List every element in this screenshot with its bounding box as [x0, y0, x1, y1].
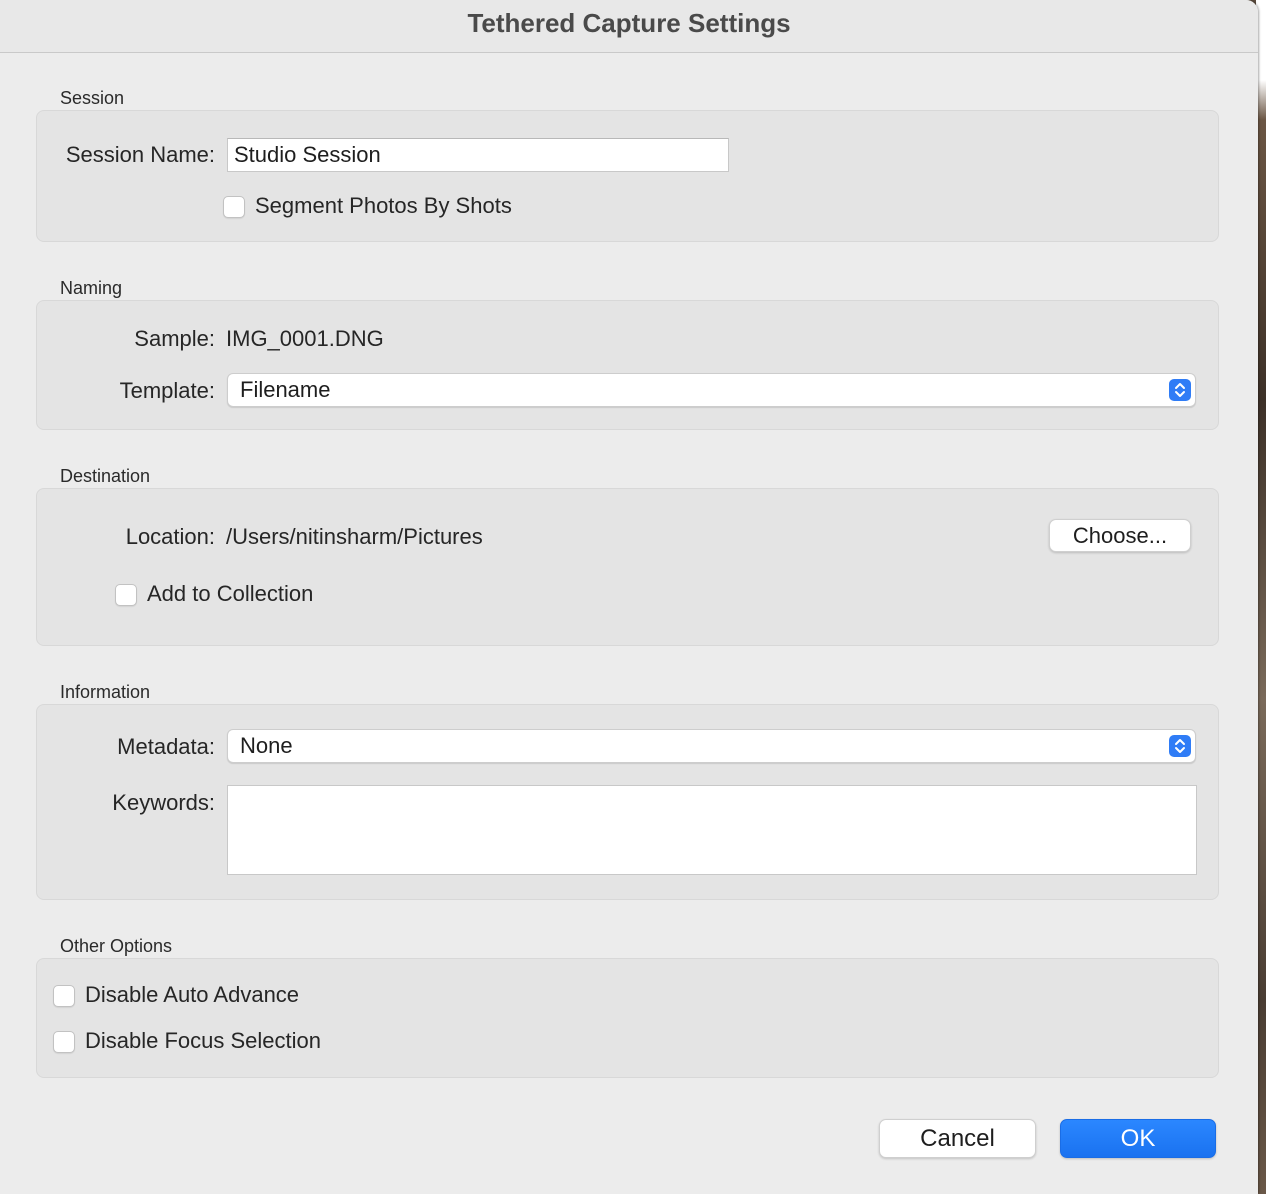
- disable-focus-selection-label[interactable]: Disable Focus Selection: [85, 1028, 321, 1054]
- add-to-collection-checkbox[interactable]: [115, 584, 137, 606]
- segment-photos-label[interactable]: Segment Photos By Shots: [255, 193, 512, 219]
- choose-button[interactable]: Choose...: [1049, 519, 1191, 552]
- template-popup-value: Filename: [240, 377, 331, 402]
- disable-focus-selection-checkbox[interactable]: [53, 1031, 75, 1053]
- session-name-field[interactable]: Studio Session: [227, 138, 729, 172]
- sample-label: Sample:: [134, 326, 215, 351]
- section-label-naming: Naming: [60, 278, 123, 298]
- section-label-destination: Destination: [60, 466, 151, 486]
- tethered-capture-dialog: Tethered Capture Settings Session Sessio…: [0, 0, 1258, 1194]
- disable-auto-advance-label[interactable]: Disable Auto Advance: [85, 982, 299, 1008]
- location-label: Location:: [125, 524, 215, 549]
- section-label-session: Session: [60, 88, 125, 108]
- section-label-other-options: Other Options: [60, 936, 173, 956]
- cancel-button[interactable]: Cancel: [879, 1119, 1036, 1158]
- keywords-label: Keywords:: [112, 790, 215, 815]
- information-group: Metadata: None Keywords:: [36, 704, 1219, 900]
- keywords-textarea[interactable]: [227, 785, 1197, 875]
- template-popup[interactable]: Filename: [227, 373, 1196, 407]
- sample-value: IMG_0001.DNG: [226, 326, 384, 351]
- destination-group: Location: /Users/nitinsharm/Pictures Cho…: [36, 488, 1219, 646]
- metadata-popup-value: None: [240, 733, 293, 758]
- other-options-group: Disable Auto Advance Disable Focus Selec…: [36, 958, 1219, 1078]
- metadata-popup[interactable]: None: [227, 729, 1196, 763]
- section-label-information: Information: [60, 682, 151, 702]
- ok-button[interactable]: OK: [1060, 1119, 1216, 1158]
- segment-photos-checkbox[interactable]: [223, 196, 245, 218]
- add-to-collection-label[interactable]: Add to Collection: [147, 581, 313, 607]
- dialog-title: Tethered Capture Settings: [467, 8, 791, 38]
- naming-group: Sample: IMG_0001.DNG Template: Filename: [36, 300, 1219, 430]
- session-group: Session Name: Studio Session Segment Pho…: [36, 110, 1219, 242]
- template-label: Template:: [119, 378, 215, 403]
- title-bar: Tethered Capture Settings: [0, 0, 1258, 53]
- disable-auto-advance-checkbox[interactable]: [53, 985, 75, 1007]
- location-value: /Users/nitinsharm/Pictures: [226, 524, 483, 549]
- popup-stepper-icon: [1169, 379, 1191, 401]
- metadata-label: Metadata:: [117, 734, 215, 759]
- session-name-label: Session Name:: [65, 142, 215, 167]
- popup-stepper-icon: [1169, 735, 1191, 757]
